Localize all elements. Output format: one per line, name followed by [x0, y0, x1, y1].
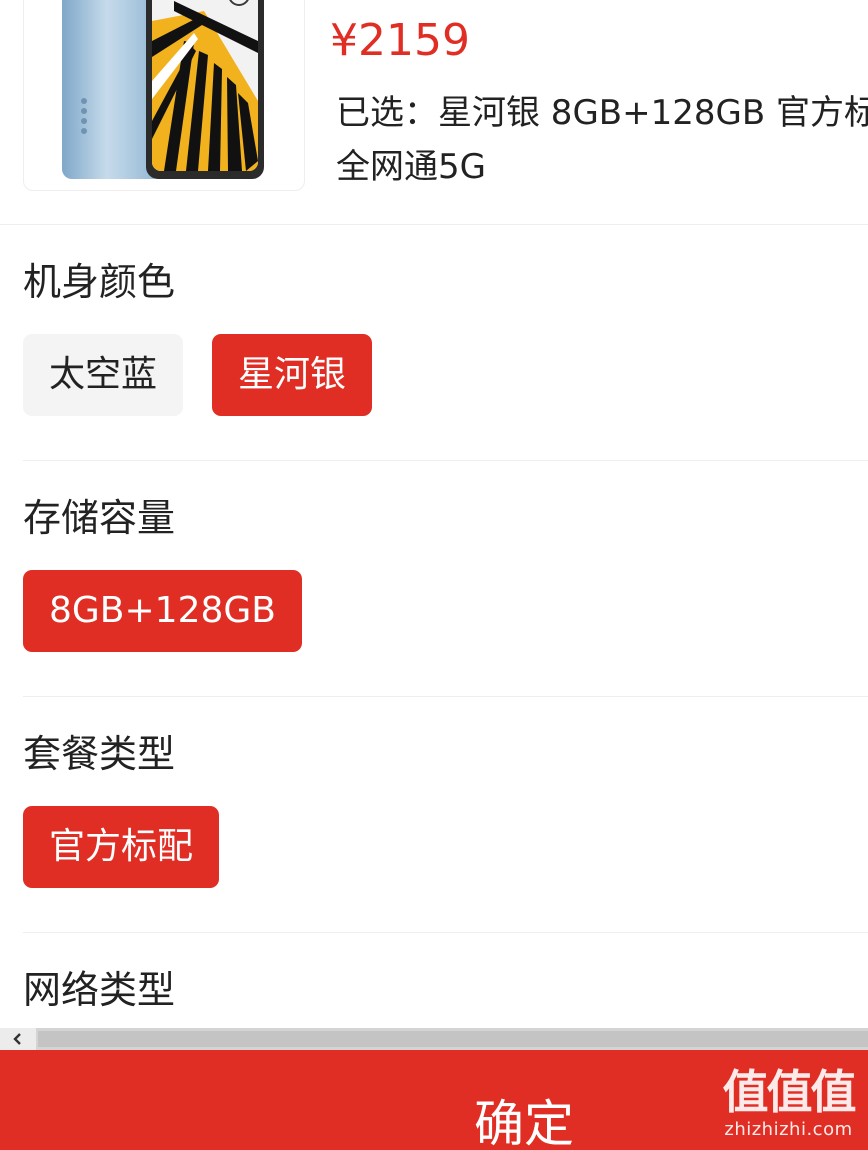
chevron-left-icon	[13, 1033, 21, 1045]
option-chips: 官方标配	[23, 806, 220, 888]
option-chip-8gb-128gb[interactable]: 8GB+128GB	[23, 570, 302, 652]
option-group-color: 机身颜色 太空蓝 星河银	[23, 224, 868, 461]
scroll-left-button[interactable]	[0, 1028, 36, 1050]
option-group-network: 网络类型	[23, 932, 868, 1028]
option-group-storage: 存储容量 8GB+128GB	[23, 460, 868, 697]
sku-selector-page: ¥2159 已选：星河银 8GB+128GB 官方标配 全网通5G 机身颜色 太…	[0, 0, 868, 1150]
group-title: 网络类型	[23, 968, 176, 1012]
scrollbar-thumb[interactable]	[38, 1031, 868, 1047]
watermark-logo: 值值值	[722, 1065, 857, 1119]
option-chip-space-blue[interactable]: 太空蓝	[23, 334, 184, 416]
option-chips: 8GB+128GB	[23, 570, 302, 652]
group-title: 机身颜色	[23, 260, 176, 304]
horizontal-scrollbar[interactable]	[0, 1028, 868, 1050]
option-chip-official-standard[interactable]: 官方标配	[23, 806, 220, 888]
product-thumbnail[interactable]	[23, 0, 305, 191]
option-group-package: 套餐类型 官方标配	[23, 696, 868, 933]
watermark-domain: zhizhizhi.com	[724, 1119, 853, 1140]
option-chips: 太空蓝 星河银	[23, 334, 373, 416]
phone-image	[62, 0, 264, 179]
option-chip-galaxy-silver[interactable]: 星河银	[212, 334, 373, 416]
product-price: ¥2159	[330, 15, 470, 66]
confirm-label: 确定	[474, 1095, 574, 1150]
product-header: ¥2159 已选：星河银 8GB+128GB 官方标配 全网通5G	[0, 0, 868, 225]
site-watermark: 值值值 zhizhizhi.com	[716, 1064, 861, 1140]
group-title: 存储容量	[23, 496, 176, 540]
selected-spec-summary: 已选：星河银 8GB+128GB 官方标配 全网通5G	[336, 93, 868, 187]
group-title: 套餐类型	[23, 732, 176, 776]
